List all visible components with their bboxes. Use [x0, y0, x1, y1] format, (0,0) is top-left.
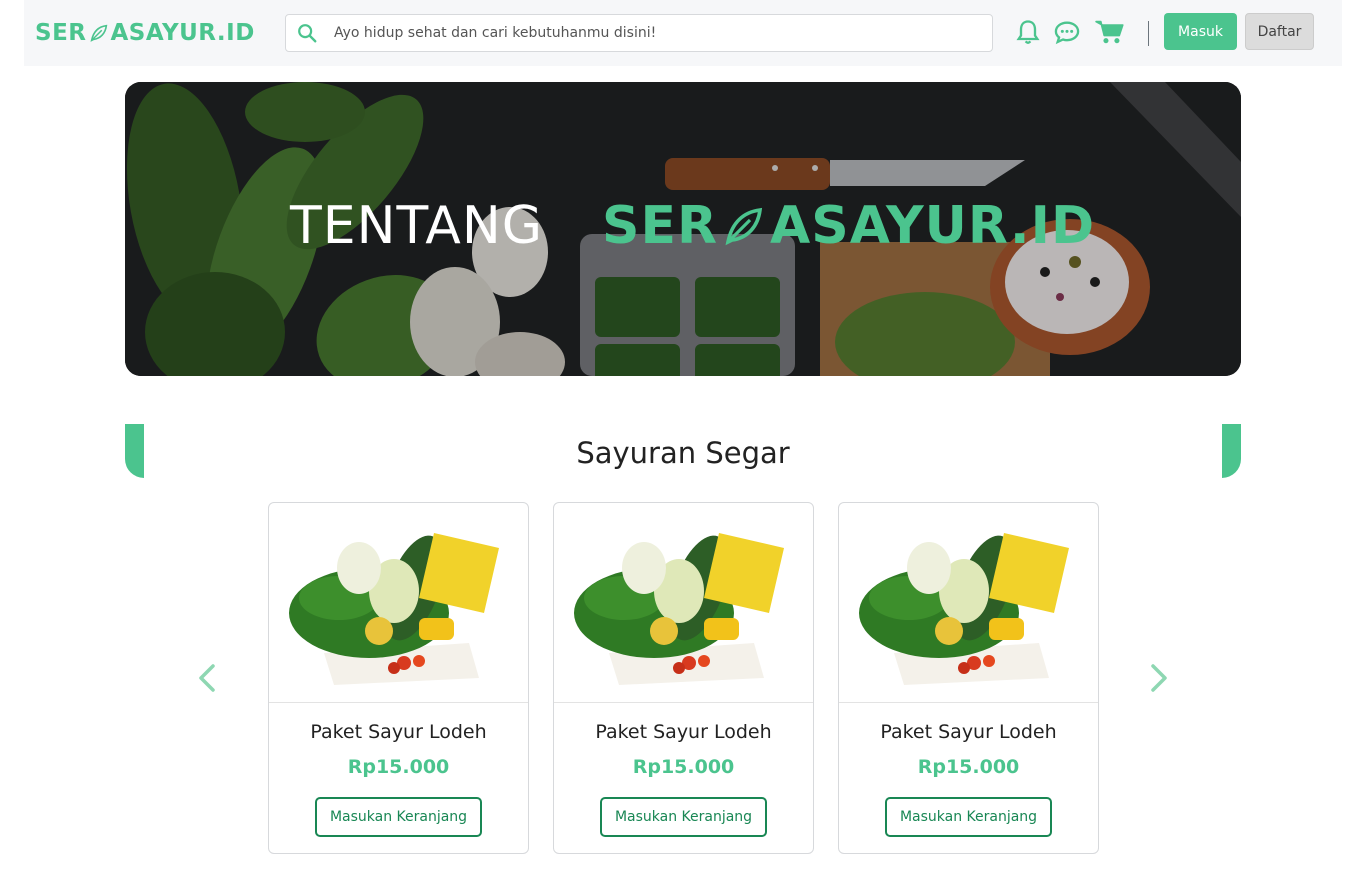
login-button[interactable]: Masuk: [1164, 13, 1237, 50]
vegetable-pack-image: [289, 533, 499, 685]
chevron-right-icon[interactable]: [1147, 660, 1171, 696]
logo[interactable]: SER ASAYUR.ID: [35, 18, 255, 48]
bell-icon[interactable]: [1014, 18, 1042, 46]
product-image[interactable]: [554, 503, 813, 703]
product-price: Rp15.000: [632, 756, 735, 778]
product-image[interactable]: [269, 503, 528, 703]
nav-divider: [1148, 21, 1149, 46]
search-input[interactable]: [334, 25, 974, 41]
search-icon: [298, 24, 317, 43]
hero-brand: SER ASAYUR.ID: [602, 196, 1095, 256]
vegetable-pack-image: [859, 533, 1069, 685]
product-price: Rp15.000: [917, 756, 1020, 778]
chat-icon[interactable]: [1053, 18, 1081, 46]
logo-text-right: ASAYUR.ID: [110, 20, 255, 46]
leaf-icon: [725, 207, 763, 246]
hero-brand-left: SER: [602, 196, 719, 256]
hero-title-prefix: TENTANG: [290, 196, 544, 256]
add-to-cart-button[interactable]: Masukan Keranjang: [600, 797, 767, 837]
product-card[interactable]: Paket Sayur Lodeh Rp15.000 Masukan Keran…: [268, 502, 529, 854]
vegetable-pack-image: [574, 533, 784, 685]
chevron-left-icon[interactable]: [195, 660, 219, 696]
hero-brand-right: ASAYUR.ID: [770, 196, 1096, 256]
leaf-icon: [90, 24, 107, 42]
add-to-cart-button[interactable]: Masukan Keranjang: [885, 797, 1052, 837]
navbar: SER ASAYUR.ID Masuk Daftar: [24, 0, 1342, 66]
product-name: Paket Sayur Lodeh: [880, 721, 1057, 743]
register-button[interactable]: Daftar: [1245, 13, 1314, 50]
product-card[interactable]: Paket Sayur Lodeh Rp15.000 Masukan Keran…: [553, 502, 814, 854]
product-name: Paket Sayur Lodeh: [310, 721, 487, 743]
product-image[interactable]: [839, 503, 1098, 703]
add-to-cart-button[interactable]: Masukan Keranjang: [315, 797, 482, 837]
section-title: Sayuran Segar: [576, 436, 790, 470]
product-card[interactable]: Paket Sayur Lodeh Rp15.000 Masukan Keran…: [838, 502, 1099, 854]
logo-text-left: SER: [35, 20, 87, 46]
cart-icon[interactable]: [1095, 18, 1125, 46]
search-bar[interactable]: [285, 14, 993, 52]
product-price: Rp15.000: [347, 756, 450, 778]
product-name: Paket Sayur Lodeh: [595, 721, 772, 743]
